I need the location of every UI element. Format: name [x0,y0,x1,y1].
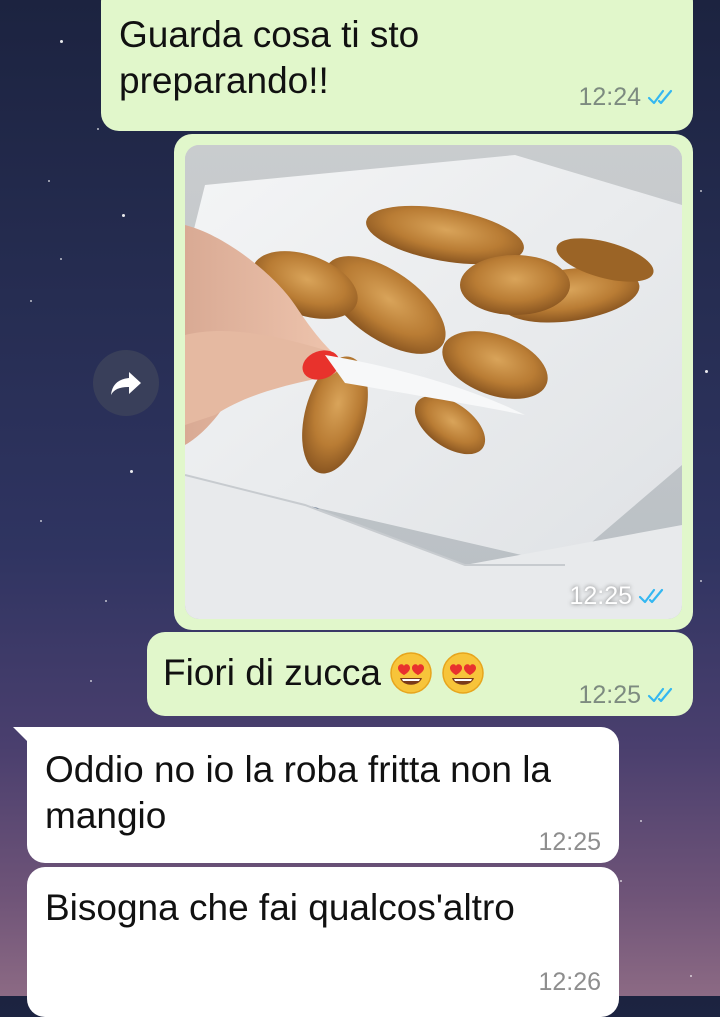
message-meta: 12:25 [578,672,677,718]
bubble-tail [13,727,29,743]
message-bubble-outgoing[interactable]: Guarda cosa ti sto preparando!! 12:24 [101,0,693,131]
message-text: Bisogna che fai qualcos'altro [45,887,515,928]
message-meta: 12:25 [569,573,668,619]
message-meta: 12:25 [538,819,601,865]
message-meta: 12:24 [578,74,677,120]
message-time: 12:24 [578,83,641,111]
forward-button[interactable] [93,350,159,416]
message-text: Guarda cosa ti sto preparando!! [119,14,420,101]
message-content: Fiori di zucca [163,650,485,696]
message-bubble-image[interactable]: 12:25 [174,134,693,630]
message-text: Oddio no io la roba fritta non la mangio [45,749,551,836]
double-check-icon [638,588,664,604]
double-check-icon [647,687,673,703]
message-meta: 12:26 [538,959,601,1005]
message-time: 12:25 [578,681,641,709]
heart-eyes-emoji-icon [390,652,432,694]
photo-illustration [185,145,682,619]
message-bubble-incoming[interactable]: Bisogna che fai qualcos'altro 12:26 [27,867,619,1017]
message-text: Fiori di zucca [163,652,381,693]
photo-fried-zucchini-flowers[interactable]: 12:25 [185,145,682,619]
double-check-icon [647,89,673,105]
message-time: 12:25 [569,582,632,610]
message-bubble-outgoing[interactable]: Fiori di zucca 12:25 [147,632,693,716]
share-forward-icon [111,372,141,395]
message-bubble-incoming[interactable]: Oddio no io la roba fritta non la mangio… [13,727,619,865]
message-time: 12:26 [538,968,601,996]
message-time: 12:25 [538,828,601,856]
heart-eyes-emoji-icon [442,652,484,694]
